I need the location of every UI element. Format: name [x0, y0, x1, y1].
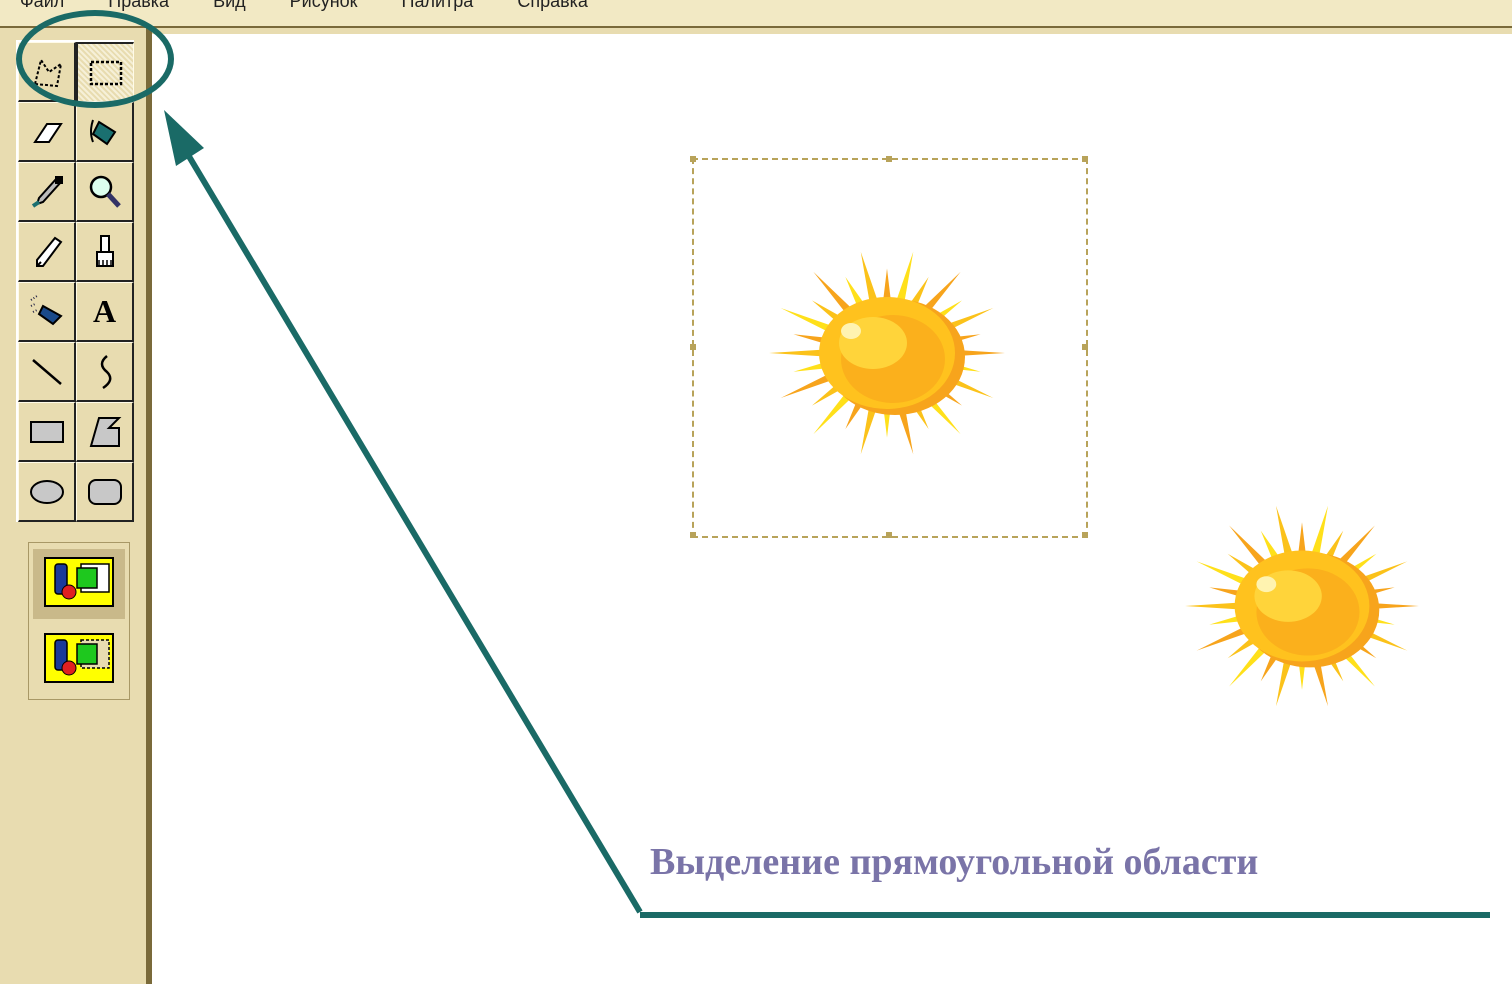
brush-icon [95, 234, 114, 267]
selection-handle[interactable] [1082, 532, 1088, 538]
sun-icon[interactable] [762, 244, 1012, 462]
tool-fill-bucket-button[interactable] [76, 102, 134, 162]
tool-brush-button[interactable] [76, 222, 134, 282]
transparent-selection-icon [43, 630, 115, 691]
selection-handle[interactable] [886, 156, 892, 162]
selection-handle[interactable] [886, 532, 892, 538]
rectangle-icon [29, 420, 64, 443]
sun-icon[interactable] [1176, 498, 1428, 714]
menu-item[interactable]: Рисунок [290, 0, 358, 11]
line-icon [31, 358, 62, 385]
menu-item[interactable]: Палитра [402, 0, 474, 11]
tool-rectangle-button[interactable] [18, 402, 76, 462]
curve-icon [100, 354, 111, 389]
highlight-circle [16, 10, 174, 108]
airbrush-icon [29, 294, 63, 325]
tool-curve-button[interactable] [76, 342, 134, 402]
menu-item[interactable]: Справка [517, 0, 588, 11]
tool-airbrush-button[interactable] [18, 282, 76, 342]
menu-item[interactable]: Файл [20, 0, 64, 11]
text-icon: A [92, 293, 117, 329]
opaque-selection-option[interactable] [33, 549, 125, 619]
toolbox: A [0, 28, 146, 984]
ellipse-icon [29, 479, 64, 504]
tool-pencil-button[interactable] [18, 222, 76, 282]
menu-bar: Файл Правка Вид Рисунок Палитра Справка [0, 0, 1512, 28]
tool-ellipse-button[interactable] [18, 462, 76, 522]
tool-magnifier-button[interactable] [76, 162, 134, 222]
tool-eraser-button[interactable] [18, 102, 76, 162]
selection-handle[interactable] [690, 532, 696, 538]
magnifier-icon [89, 175, 121, 208]
tool-text-button[interactable]: A [76, 282, 134, 342]
caption-text: Выделение прямоугольной области [650, 841, 1259, 883]
polygon-icon [89, 416, 121, 447]
selection-options [28, 542, 130, 700]
tool-grid: A [16, 40, 134, 522]
selection-handle[interactable] [690, 344, 696, 350]
selection-handle[interactable] [1082, 344, 1088, 350]
tool-color-picker-button[interactable] [18, 162, 76, 222]
selection-handle[interactable] [690, 156, 696, 162]
rounded-rectangle-icon [87, 478, 122, 505]
tool-rounded-rectangle-button[interactable] [76, 462, 134, 522]
transparent-selection-option[interactable] [33, 625, 125, 695]
menu-item[interactable]: Вид [213, 0, 246, 11]
eraser-icon [32, 122, 63, 143]
selection-handle[interactable] [1082, 156, 1088, 162]
fill-bucket-icon [89, 119, 116, 145]
opaque-selection-icon [43, 554, 115, 615]
menu-item[interactable]: Правка [108, 0, 169, 11]
tool-line-button[interactable] [18, 342, 76, 402]
pencil-icon [35, 236, 62, 267]
color-picker-icon [31, 175, 63, 208]
tool-polygon-button[interactable] [76, 402, 134, 462]
